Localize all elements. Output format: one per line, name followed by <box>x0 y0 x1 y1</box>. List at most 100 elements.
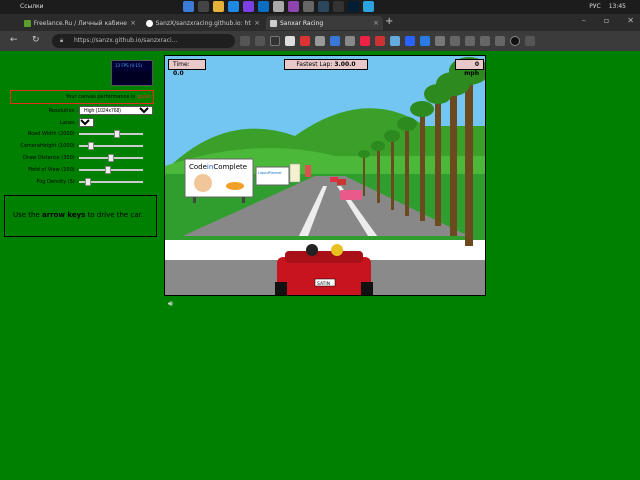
app-icon[interactable] <box>273 1 284 12</box>
system-tray: РУС 13:45 <box>589 3 626 10</box>
car-rear-deck <box>285 251 363 263</box>
telegram-icon[interactable] <box>363 1 374 12</box>
hud-time-label: Time: <box>173 61 190 68</box>
opponent-car-pink <box>340 190 362 200</box>
resolution-select[interactable]: High (1024x768) <box>79 106 153 115</box>
minimize-icon[interactable]: – <box>582 16 586 25</box>
new-tab-icon[interactable]: + <box>385 16 393 27</box>
url-field[interactable]: 🔒︎ https://sanzx.github.io/sanzxraci... <box>52 34 235 48</box>
favorites-icon[interactable] <box>465 36 475 46</box>
slider-knob[interactable] <box>105 166 112 174</box>
reload-icon[interactable]: ↻ <box>32 35 40 45</box>
fog-density-slider[interactable] <box>79 178 143 186</box>
profile-avatar[interactable] <box>510 36 520 46</box>
extension-off-icon[interactable] <box>270 36 280 46</box>
tab-label: Freelance.Ru / Личный кабинет <box>33 19 128 27</box>
vs-icon[interactable] <box>288 1 299 12</box>
extension-icon[interactable] <box>315 36 325 46</box>
close-icon[interactable]: × <box>254 19 260 27</box>
extension-icon[interactable] <box>360 36 370 46</box>
extension-icon[interactable] <box>405 36 415 46</box>
extension-icon[interactable] <box>375 36 385 46</box>
slider-knob[interactable] <box>87 142 94 150</box>
title-bar: Ссылки РУС 13:45 <box>0 0 640 14</box>
steam-icon[interactable] <box>318 1 329 12</box>
close-icon[interactable]: × <box>373 19 379 27</box>
ps-icon[interactable] <box>348 1 359 12</box>
sound-toggle-icon[interactable]: 🔊︎ <box>168 299 173 309</box>
vscode-icon[interactable] <box>258 1 269 12</box>
address-bar-row: ← ↻ 🔒︎ https://sanzx.github.io/sanzxraci… <box>0 31 640 51</box>
palm-leaves <box>424 84 452 104</box>
clock[interactable]: 13:45 <box>609 3 626 10</box>
road-width-slider[interactable] <box>79 130 143 138</box>
more-menu-icon[interactable] <box>525 36 535 46</box>
instructions-suffix: to drive the car. <box>87 211 144 219</box>
billboard-codeincomplete: CodeinComplete <box>184 158 254 203</box>
passenger-head <box>331 244 343 256</box>
palm-trunk <box>420 111 425 221</box>
instructions-keys: arrow keys <box>42 211 86 219</box>
edge-icon[interactable] <box>228 1 239 12</box>
lanes-label: Lanes : <box>60 120 78 126</box>
player-car: SATIN <box>275 244 373 295</box>
extension-icon[interactable] <box>435 36 445 46</box>
billboard-small <box>289 163 301 183</box>
tab-strip: Freelance.Ru / Личный кабинет × SanzX/sa… <box>0 14 640 31</box>
billboard-post <box>193 197 196 203</box>
zoom-icon[interactable] <box>255 36 265 46</box>
close-icon[interactable]: × <box>130 19 136 27</box>
extension-icon[interactable] <box>300 36 310 46</box>
files-icon[interactable] <box>213 1 224 12</box>
downloads-icon[interactable] <box>495 36 505 46</box>
hud-time: Time: 0.0 <box>168 59 206 77</box>
extension-icon[interactable] <box>390 36 400 46</box>
back-icon[interactable]: ← <box>10 35 18 45</box>
slider-knob[interactable] <box>113 130 120 138</box>
field-of-view-slider[interactable] <box>79 166 143 174</box>
palm-leaves <box>410 101 434 117</box>
collections-icon[interactable] <box>480 36 490 46</box>
tab-freelance[interactable]: Freelance.Ru / Личный кабинет × <box>20 16 140 30</box>
camera-height-slider[interactable] <box>79 142 143 150</box>
extension-icon[interactable] <box>285 36 295 46</box>
resolution-row: Resolution : High (1024x768) <box>0 106 160 116</box>
camera-height-label: CameraHeight (1000) : <box>20 143 78 149</box>
hud-fastest-value: 3.00.0 <box>334 61 356 68</box>
extensions-puzzle-icon[interactable] <box>450 36 460 46</box>
instructions-prefix: Use the <box>13 211 40 219</box>
car-logo-icon <box>226 182 244 190</box>
game-canvas[interactable]: CodeinComplete LiquidPlanner SATIN Time: <box>164 55 486 296</box>
app-icon[interactable] <box>333 1 344 12</box>
driver-head <box>306 244 318 256</box>
close-window-icon[interactable]: ✕ <box>627 16 634 25</box>
search-icon[interactable] <box>198 1 209 12</box>
maximize-icon[interactable]: ▫ <box>604 16 609 25</box>
billboard-liquidplanner: LiquidPlanner <box>255 166 290 186</box>
slider-knob[interactable] <box>108 154 114 162</box>
page-action-icon[interactable] <box>240 36 250 46</box>
extension-icon[interactable] <box>420 36 430 46</box>
opponent-car <box>330 177 338 182</box>
tab-label: Sanxar Racing <box>280 19 324 27</box>
game-scene: CodeinComplete LiquidPlanner SATIN <box>165 56 485 295</box>
palm-trunk <box>435 96 441 226</box>
billboard-text: CodeinComplete <box>189 163 247 171</box>
hud-time-value: 0.0 <box>173 70 184 77</box>
language-indicator[interactable]: РУС <box>589 3 600 10</box>
extension-icon[interactable] <box>345 36 355 46</box>
draw-distance-slider[interactable] <box>79 154 143 162</box>
app-icon[interactable] <box>243 1 254 12</box>
palm-leaves <box>371 141 385 151</box>
tab-sanxar-racing[interactable]: Sanxar Racing × <box>266 16 383 30</box>
start-icon[interactable] <box>183 1 194 12</box>
instructions-box: Use the arrow keys to drive the car. <box>4 195 157 237</box>
lanes-select[interactable]: 3 <box>79 118 94 127</box>
hud-speed-value: 0 mph <box>464 61 479 77</box>
hud-speed: 0 mph <box>455 59 484 77</box>
slider-knob[interactable] <box>84 178 91 186</box>
app-icon[interactable] <box>303 1 314 12</box>
tab-github[interactable]: SanzX/sanzxracing.github.io: http × <box>142 16 264 30</box>
fog-density-label: Fog Density (5) : <box>36 179 78 185</box>
extension-icon[interactable] <box>330 36 340 46</box>
